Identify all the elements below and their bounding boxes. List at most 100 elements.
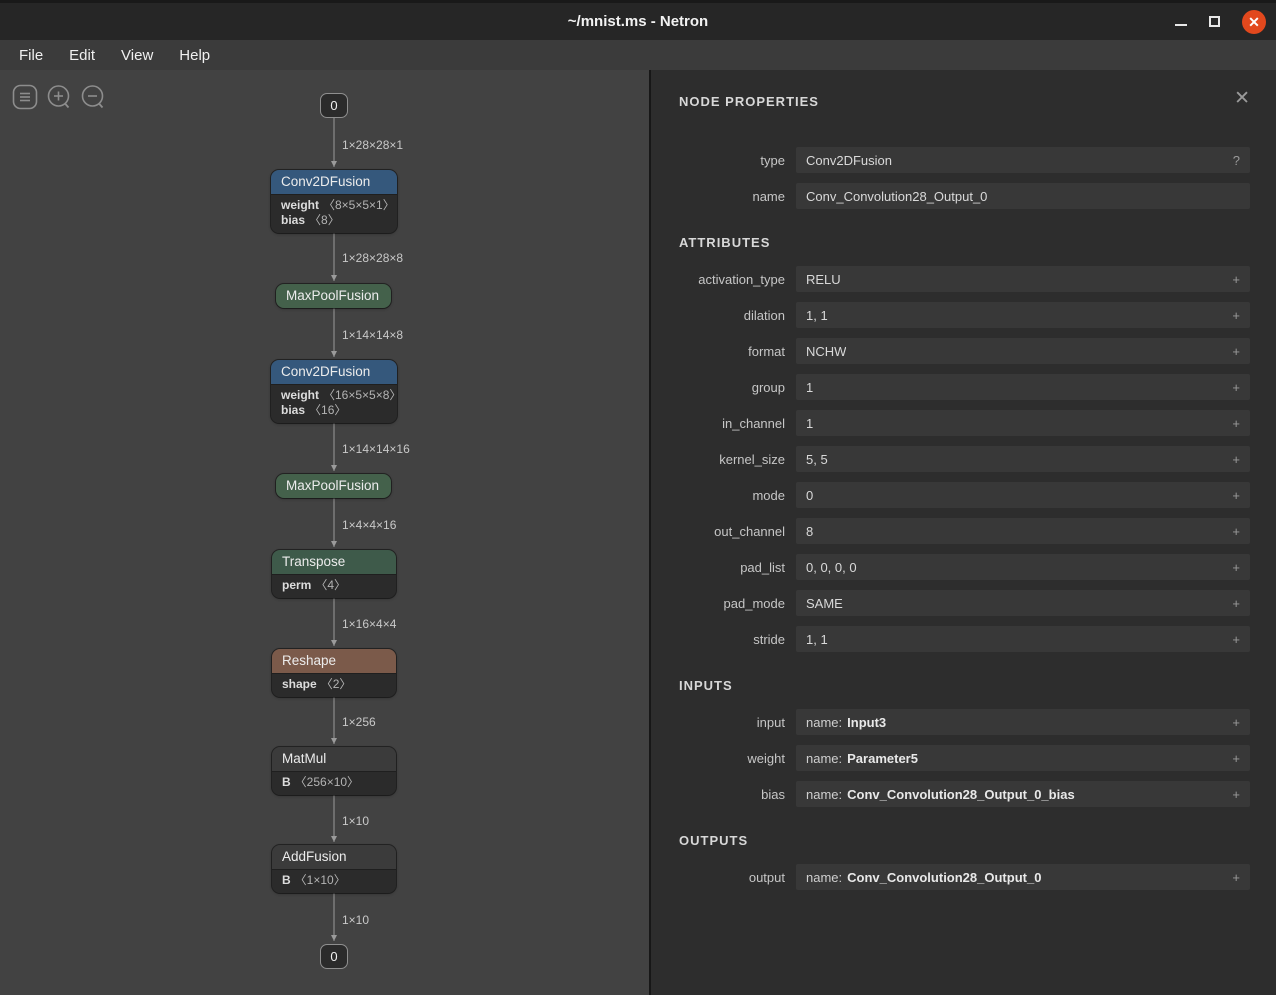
expand-icon[interactable]: + — [1232, 787, 1240, 802]
output-row: output name: Conv_Convolution28_Output_0… — [679, 864, 1250, 890]
panel-title: NODE PROPERTIES — [679, 94, 819, 109]
attribute-row: format NCHW + — [679, 338, 1250, 364]
property-row-name: name Conv_Convolution28_Output_0 — [679, 183, 1250, 209]
graph-node-addfusion[interactable]: AddFusion B〈1×10〉 — [272, 845, 396, 893]
attribute-field[interactable]: 8 + — [796, 518, 1250, 544]
menu-help[interactable]: Help — [166, 43, 223, 68]
panel-close-icon[interactable]: ✕ — [1234, 92, 1250, 106]
node-title[interactable]: Reshape — [272, 649, 396, 673]
attribute-row: out_channel 8 + — [679, 518, 1250, 544]
edge-label: 1×14×14×16 — [342, 442, 410, 456]
edge-label: 1×14×14×8 — [342, 328, 403, 342]
graph-node-transpose[interactable]: Transpose perm〈4〉 — [272, 550, 396, 598]
maximize-icon[interactable] — [1209, 16, 1220, 27]
attribute-row: in_channel 1 + — [679, 410, 1250, 436]
type-field[interactable]: Conv2DFusion ? — [796, 147, 1250, 173]
node-attributes: B〈256×10〉 — [272, 771, 396, 795]
zoom-in-icon[interactable] — [46, 84, 72, 110]
attribute-row: pad_mode SAME + — [679, 590, 1250, 616]
expand-icon[interactable]: + — [1232, 452, 1240, 467]
expand-icon[interactable]: + — [1232, 715, 1240, 730]
menu-edit[interactable]: Edit — [56, 43, 108, 68]
edge-label: 1×28×28×1 — [342, 138, 403, 152]
input-field[interactable]: name: Input3 + — [796, 709, 1250, 735]
node-attributes: perm〈4〉 — [272, 574, 396, 598]
node-attributes: weight〈16×5×5×8〉 bias〈16〉 — [271, 384, 397, 423]
node-properties-panel: NODE PROPERTIES ✕ type Conv2DFusion ? na… — [651, 70, 1274, 995]
attribute-field[interactable]: 1, 1 + — [796, 302, 1250, 328]
attribute-row: stride 1, 1 + — [679, 626, 1250, 652]
expand-icon[interactable]: + — [1232, 488, 1240, 503]
node-attributes: B〈1×10〉 — [272, 869, 396, 893]
expand-icon[interactable]: + — [1232, 272, 1240, 287]
window-title: ~/mnist.ms - Netron — [568, 13, 708, 30]
menu-bar: File Edit View Help — [0, 40, 1276, 70]
node-title[interactable]: Transpose — [272, 550, 396, 574]
node-title[interactable]: MaxPoolFusion — [276, 474, 391, 498]
input-field[interactable]: name: Parameter5 + — [796, 745, 1250, 771]
graph-toolbar — [12, 84, 106, 110]
input-row: weight name: Parameter5 + — [679, 745, 1250, 771]
expand-icon[interactable]: + — [1232, 596, 1240, 611]
input-field[interactable]: name: Conv_Convolution28_Output_0_bias + — [796, 781, 1250, 807]
output-field[interactable]: name: Conv_Convolution28_Output_0 + — [796, 864, 1250, 890]
zoom-out-icon[interactable] — [80, 84, 106, 110]
graph-output-node[interactable]: 0 — [320, 944, 348, 969]
graph-input-node[interactable]: 0 — [320, 93, 348, 118]
graph-node-conv2dfusion-2[interactable]: Conv2DFusion weight〈16×5×5×8〉 bias〈16〉 — [271, 360, 397, 423]
expand-icon[interactable]: + — [1232, 308, 1240, 323]
inputs-section-title: INPUTS — [679, 678, 1250, 693]
node-attributes: shape〈2〉 — [272, 673, 396, 697]
graph-node-conv2dfusion-1[interactable]: Conv2DFusion weight〈8×5×5×1〉 bias〈8〉 — [271, 170, 397, 233]
node-title[interactable]: MatMul — [272, 747, 396, 771]
menu-view[interactable]: View — [108, 43, 166, 68]
edge-label: 1×10 — [342, 913, 369, 927]
attribute-field[interactable]: NCHW + — [796, 338, 1250, 364]
input-row: input name: Input3 + — [679, 709, 1250, 735]
edge-label: 1×256 — [342, 715, 376, 729]
edge-label: 1×16×4×4 — [342, 617, 396, 631]
close-icon[interactable]: ✕ — [1242, 10, 1266, 34]
expand-icon[interactable]: + — [1232, 560, 1240, 575]
model-properties-icon[interactable] — [12, 84, 38, 110]
attribute-row: mode 0 + — [679, 482, 1250, 508]
graph-node-reshape[interactable]: Reshape shape〈2〉 — [272, 649, 396, 697]
expand-icon[interactable]: + — [1232, 632, 1240, 647]
attribute-field[interactable]: RELU + — [796, 266, 1250, 292]
graph-node-matmul[interactable]: MatMul B〈256×10〉 — [272, 747, 396, 795]
minimize-icon[interactable] — [1175, 16, 1187, 28]
attributes-section-title: ATTRIBUTES — [679, 235, 1250, 250]
edge-label: 1×4×4×16 — [342, 518, 396, 532]
graph-node-maxpoolfusion-2[interactable]: MaxPoolFusion — [276, 474, 391, 498]
attribute-field[interactable]: 1 + — [796, 410, 1250, 436]
graph-canvas[interactable]: 1×28×28×1 1×28×28×8 1×14×14×8 1×14×14×16… — [0, 70, 651, 995]
window-controls: ✕ — [1175, 3, 1266, 40]
attribute-field[interactable]: 1, 1 + — [796, 626, 1250, 652]
expand-icon[interactable]: + — [1232, 344, 1240, 359]
attribute-field[interactable]: 0, 0, 0, 0 + — [796, 554, 1250, 580]
type-help-icon[interactable]: ? — [1233, 153, 1240, 168]
attribute-field[interactable]: 1 + — [796, 374, 1250, 400]
node-title[interactable]: MaxPoolFusion — [276, 284, 391, 308]
node-title[interactable]: AddFusion — [272, 845, 396, 869]
attribute-row: activation_type RELU + — [679, 266, 1250, 292]
outputs-section-title: OUTPUTS — [679, 833, 1250, 848]
expand-icon[interactable]: + — [1232, 524, 1240, 539]
expand-icon[interactable]: + — [1232, 380, 1240, 395]
menu-file[interactable]: File — [6, 43, 56, 68]
attribute-field[interactable]: 0 + — [796, 482, 1250, 508]
graph-node-maxpoolfusion-1[interactable]: MaxPoolFusion — [276, 284, 391, 308]
attribute-row: dilation 1, 1 + — [679, 302, 1250, 328]
attribute-row: kernel_size 5, 5 + — [679, 446, 1250, 472]
attribute-field[interactable]: 5, 5 + — [796, 446, 1250, 472]
edge-label: 1×28×28×8 — [342, 251, 403, 265]
title-bar: ~/mnist.ms - Netron ✕ — [0, 0, 1276, 40]
node-title[interactable]: Conv2DFusion — [271, 360, 397, 384]
name-field[interactable]: Conv_Convolution28_Output_0 — [796, 183, 1250, 209]
node-title[interactable]: Conv2DFusion — [271, 170, 397, 194]
expand-icon[interactable]: + — [1232, 751, 1240, 766]
expand-icon[interactable]: + — [1232, 870, 1240, 885]
expand-icon[interactable]: + — [1232, 416, 1240, 431]
edge-label: 1×10 — [342, 814, 369, 828]
attribute-field[interactable]: SAME + — [796, 590, 1250, 616]
